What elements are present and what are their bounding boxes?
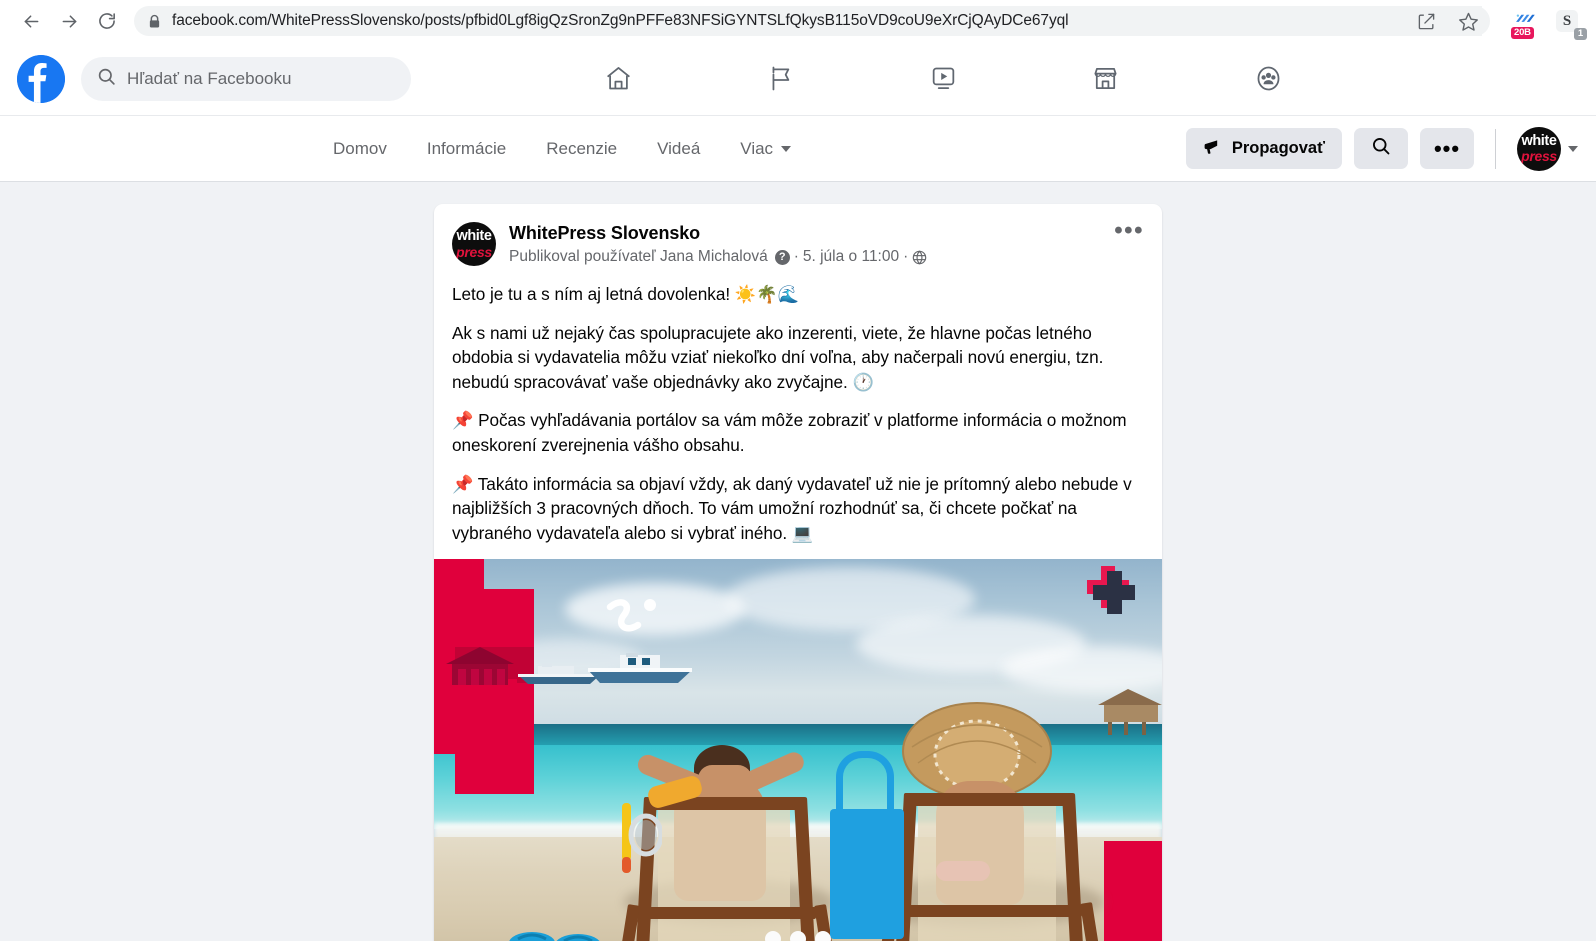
page-nav-label: Viac [740,138,774,158]
whitepress-profile-avatar[interactable]: white press [1517,126,1561,171]
carousel-dot[interactable] [815,931,831,941]
carousel-dot[interactable] [790,931,806,941]
search-icon [1371,136,1391,161]
brand-plus-navy [1107,571,1122,615]
help-question-icon[interactable]: ? [774,249,790,265]
search-input[interactable]: Hľadať na Facebooku [81,56,411,101]
star-bookmark-icon[interactable] [1454,7,1482,35]
facebook-logo-icon[interactable] [17,54,65,103]
extension-badge-count: 20B [1511,27,1534,39]
chair-frame-cross [900,905,1082,918]
deck-chair-right [830,689,1108,941]
brand-pink-block [455,679,517,790]
chair-frame-right [794,797,815,941]
chair-canvas [658,805,790,941]
grammarly-extension[interactable]: 20B [1510,6,1540,39]
page-nav-label: Videá [657,138,701,158]
snorkel-mask [622,799,664,877]
megaphone-icon [1203,137,1222,161]
post-options-ellipsis-icon[interactable]: ••• [1114,219,1144,243]
boat-large [582,653,700,691]
beach-bag [830,809,904,940]
page-nav-label: Informácie [426,138,507,158]
beach-bag-handle [836,751,894,818]
marketplace-icon[interactable] [1078,56,1134,102]
meta-separator-2: · [903,248,909,265]
reload-icon[interactable] [90,4,124,38]
page-nav-actions: Propagovať ••• white press [1185,126,1578,171]
post-timestamp[interactable]: 5. júla o 11:00 [803,248,899,266]
page-nav-links: Domov Informácie Recenzie Videá Viac [313,139,811,159]
groups-icon[interactable] [1240,56,1296,102]
search-placeholder: Hľadať na Facebooku [127,68,292,88]
carousel-dot[interactable] [765,931,781,941]
s-extension-badge: 1 [1573,28,1587,40]
carousel-indicator[interactable] [765,931,831,941]
chair-canvas [918,801,1056,941]
facebook-top-bar: Hľadať na Facebooku [0,42,1596,116]
promote-button-label: Propagovať [1231,139,1325,157]
page-navigation-bar: Domov Informácie Recenzie Videá Viac Pro… [0,116,1596,182]
facebook-nav-icons [590,56,1296,102]
avatar-logo-top: white [456,228,492,245]
avatar-logo-bottom: press [456,243,492,260]
flip-flops [508,925,606,941]
brand-pink-block [1104,841,1162,941]
post-paragraph: Ak s nami už nejaký čas spolupracujete a… [452,322,1104,392]
page-nav-item-domov[interactable]: Domov [313,139,407,159]
chevron-down-icon [781,145,792,152]
page-search-button[interactable] [1354,128,1408,169]
chair-frame-right [1062,793,1084,941]
globe-public-icon[interactable] [912,249,927,265]
browser-extensions: 20B S 1 [1496,6,1587,40]
post-card: white press WhitePress Slovensko Publiko… [434,204,1162,941]
beach-vacation-photo[interactable] [434,559,1162,941]
whitepress-avatar[interactable]: white press [452,222,496,266]
home-icon[interactable] [590,56,646,102]
page-nav-item-informacie[interactable]: Informácie [407,139,526,159]
beach-hut-silhouette [444,647,516,686]
avatar-logo-top: white [1521,132,1557,149]
page-nav-label: Domov [333,138,387,158]
post-paragraph: 📌 Takáto informácia sa objaví vždy, ak d… [452,473,1132,543]
brand-swoosh-graphic [602,595,664,647]
lock-icon [148,14,161,29]
avatar-logo-bottom: press [1521,148,1557,165]
ellipsis-icon: ••• [1433,136,1461,161]
page-nav-item-viac[interactable]: Viac [720,139,811,159]
page-nav-label: Recenzie [546,138,618,158]
promote-button[interactable]: Propagovať [1185,128,1342,169]
post-paragraph: Leto je tu a s ním aj letná dovolenka! ☀… [452,284,799,304]
flag-pages-icon[interactable] [753,56,809,102]
page-content: white press WhitePress Slovensko Publiko… [0,182,1596,941]
chair-leg-right [1080,902,1101,941]
meta-separator-1: · [793,248,799,265]
address-bar-text: facebook.com/WhitePressSlovensko/posts/p… [172,12,1069,29]
post-body: Leto je tu a s ním aj letná dovolenka! ☀… [434,266,1162,559]
deck-chair-left [614,709,849,941]
chair-frame-top [904,793,1074,807]
nav-divider [1495,128,1496,169]
search-icon [97,67,116,91]
back-arrow-icon[interactable] [14,4,48,38]
video-icon[interactable] [915,56,971,102]
forward-arrow-icon[interactable] [52,4,86,38]
share-icon[interactable] [1412,7,1440,35]
post-author-name[interactable]: WhitePress Slovensko [509,223,927,244]
post-paragraph: 📌 Počas vyhľadávania portálov sa vám môž… [452,410,1127,455]
post-meta: Publikoval používateľ Jana Michalová ? ·… [509,248,927,266]
page-nav-item-videa[interactable]: Videá [637,139,720,159]
post-meta-publisher: Publikoval používateľ Jana Michalová [509,248,768,265]
page-more-button[interactable]: ••• [1420,128,1474,169]
post-header: white press WhitePress Slovensko Publiko… [434,204,1162,266]
post-header-text: WhitePress Slovensko Publikoval používat… [509,222,927,266]
chevron-down-icon[interactable] [1568,145,1578,152]
chair-frame-cross [640,907,816,920]
person-hands [698,765,752,796]
account-avatar-menu[interactable]: white press [1517,126,1578,171]
browser-toolbar: facebook.com/WhitePressSlovensko/posts/p… [0,0,1596,42]
page-nav-item-recenzie[interactable]: Recenzie [526,139,637,159]
address-bar[interactable]: facebook.com/WhitePressSlovensko/posts/p… [134,6,1490,36]
s-extension[interactable]: S 1 [1552,6,1587,40]
